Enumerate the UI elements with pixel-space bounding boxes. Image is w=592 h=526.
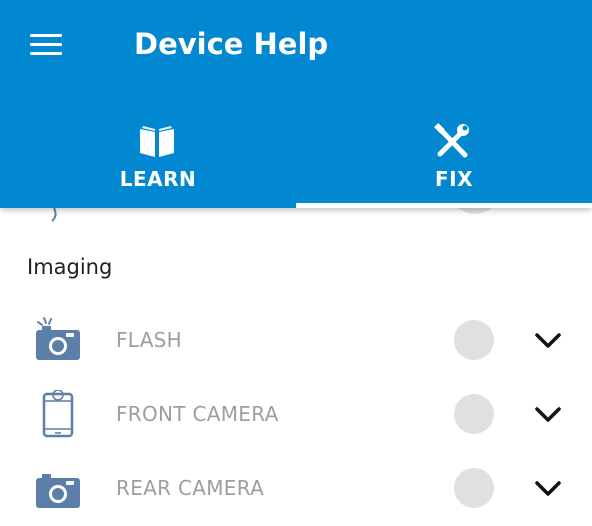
list-item-flash[interactable]: FLASH <box>0 304 592 378</box>
phone-front-camera-icon <box>42 390 74 438</box>
camera-icon <box>36 474 80 508</box>
tab-learn-label: LEARN <box>119 167 197 191</box>
partial-status-dot <box>458 208 492 214</box>
section-title-imaging: Imaging <box>27 255 113 279</box>
chevron-down-icon[interactable] <box>532 474 564 502</box>
status-indicator <box>454 320 494 360</box>
tab-fix[interactable]: FIX <box>306 118 592 208</box>
list-item-label: FRONT CAMERA <box>116 402 279 426</box>
chevron-down-icon[interactable] <box>532 326 564 354</box>
list-item-label: FLASH <box>116 328 183 352</box>
tools-icon <box>434 123 469 158</box>
list-item-label: REAR CAMERA <box>116 476 265 500</box>
app-bar: Device Help LEARN FIX <box>0 0 592 208</box>
selected-tab-indicator <box>296 203 592 208</box>
fix-list: Imaging FLASH FRONT CAMERA REAR CAMERA <box>0 208 592 522</box>
status-indicator <box>454 468 494 508</box>
list-item-rear-camera[interactable]: REAR CAMERA <box>0 452 592 526</box>
chevron-down-icon[interactable] <box>532 400 564 428</box>
status-indicator <box>454 394 494 434</box>
book-icon <box>140 126 174 157</box>
partial-icon <box>51 208 57 222</box>
page-title: Device Help <box>134 27 329 61</box>
tab-fix-label: FIX <box>434 167 474 191</box>
menu-icon[interactable] <box>30 34 64 56</box>
camera-flash-icon <box>36 317 80 360</box>
tab-learn[interactable]: LEARN <box>10 118 306 208</box>
list-item-front-camera[interactable]: FRONT CAMERA <box>0 378 592 452</box>
